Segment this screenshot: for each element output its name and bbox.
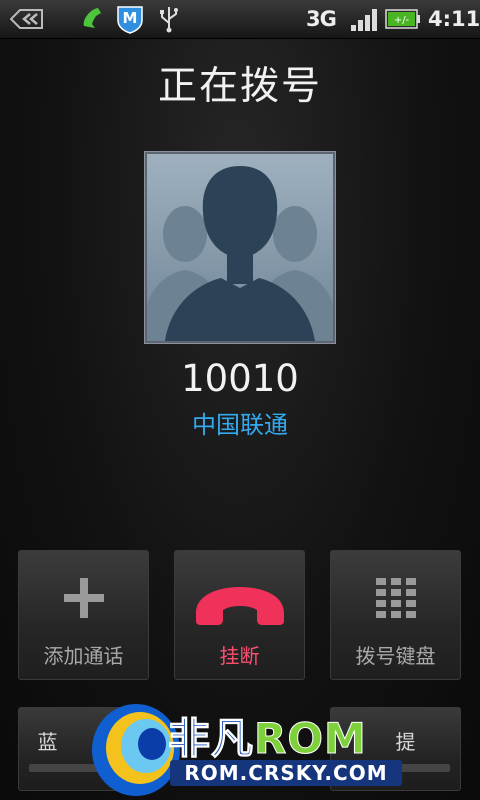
- svg-text:+/-: +/-: [394, 15, 410, 26]
- dialed-number: 10010: [181, 357, 299, 400]
- svg-text:M: M: [123, 9, 138, 27]
- end-call-label: 挂断: [219, 644, 260, 668]
- dialpad-label: 拨号键盘: [355, 644, 436, 668]
- contact-photo: [144, 151, 336, 344]
- signal-icon: [351, 9, 377, 31]
- network-type: 3G: [306, 7, 337, 31]
- battery-icon: +/-: [385, 9, 420, 29]
- back-icon[interactable]: [10, 9, 44, 29]
- phone-icon: [83, 8, 101, 28]
- watermark-brand-en: ROM: [254, 714, 367, 764]
- end-call-button[interactable]: 挂断: [174, 550, 305, 680]
- avatar-placeholder-icon: [147, 154, 333, 341]
- shield-m-icon: M: [117, 6, 143, 34]
- clock: 4:11: [428, 7, 480, 31]
- status-bar: M 3G +/- 4:11: [0, 0, 480, 39]
- plus-icon: [63, 578, 104, 618]
- page-title: 正在拨号: [157, 64, 322, 109]
- watermark-url: ROM.CRSKY.COM: [170, 760, 402, 786]
- watermark-brand-cn: 非凡: [167, 714, 255, 764]
- add-call-label: 添加通话: [43, 644, 124, 668]
- carrier-name: 中国联通: [192, 411, 288, 439]
- dialpad-button[interactable]: 拨号键盘: [330, 550, 461, 680]
- usb-icon: [160, 7, 178, 33]
- dialpad-icon: [375, 578, 416, 618]
- watermark-brand: 非凡ROM: [167, 705, 367, 766]
- add-call-button[interactable]: 添加通话: [18, 550, 149, 680]
- hang-up-icon: [195, 587, 284, 625]
